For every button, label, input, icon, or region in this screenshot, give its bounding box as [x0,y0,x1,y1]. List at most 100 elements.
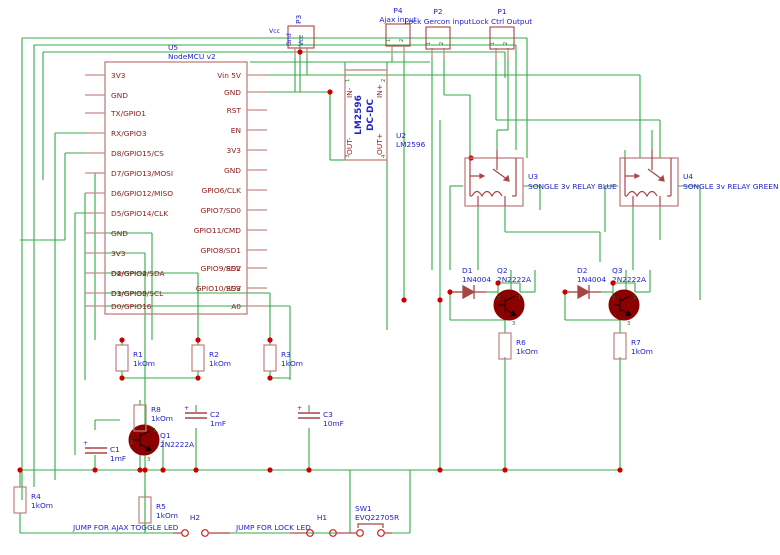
c3-polarity-plus: + [297,405,302,412]
r6-refdes: R6 [516,338,526,347]
r1-value: 1kOm [133,359,155,368]
resistor-r3[interactable]: R3 1kOm [263,344,303,372]
lm2596-body-label-2: DC-DC [366,99,376,131]
capacitor-c1[interactable]: + C1 1mF [83,440,126,463]
mcu-pin-left-3: RX/GPIO3 [111,129,147,138]
r7-value: 1kOm [631,347,653,356]
mcu-pin-left-2: TX/GPIO1 [110,109,146,118]
mcu-pin-right-0: Vin 5V [217,71,241,80]
h2-value: JUMP FOR AJAX TOGGLE LED [72,523,179,532]
p3-net-vcc: Vcc [269,28,281,35]
resistor-r6[interactable]: R6 1kOm [498,332,538,360]
lm2596-pin-in-neg: IN- [345,87,354,98]
p3-refdes: P3 [294,15,303,24]
component-diode-d1[interactable]: D1 1N4004 [452,266,491,300]
resistor-r2[interactable]: R2 1kOm [191,344,231,372]
r1-refdes: R1 [133,350,143,359]
q2-value: 2N2222A [497,275,531,284]
p4-pinnum-2: 2 [399,39,405,42]
h2-refdes: H2 [190,513,200,522]
switch-sw1[interactable]: SW1 EVQ22705R [350,504,399,537]
r4-refdes: R4 [31,492,41,501]
capacitor-c2[interactable]: + C2 1mF [184,405,226,428]
schematic-canvas: U5 NodeMCU v2 3V3 GND TX/GPIO1 RX/GPIO3 … [13,6,779,537]
q1-value: 2N2222A [160,440,194,449]
lm2596-body-label-1: LM2596 [354,95,364,135]
q1-pinnum-1: 1 [153,428,156,434]
r8-value: 1kOm [151,414,173,423]
d2-refdes: D2 [577,266,587,275]
u3-refdes: U3 [528,172,538,181]
connector-p4-ajax-input[interactable]: 1 2 P4 Ajax input [379,6,417,56]
h1-refdes: H1 [317,513,328,522]
c1-refdes: C1 [110,445,120,454]
mcu-pin-right-5: GND [224,166,241,175]
component-relay-u3[interactable]: U3 SONGLE 3v RELAY BLUE [464,150,617,207]
q1-pinnum-3: 3 [147,457,150,463]
q1-refdes: Q1 [160,431,171,440]
mcu-pin-left-14: D0/GPIO16 [111,302,152,311]
connector-p1-lock-ctrl-output[interactable]: 1 2 P1 Lock Ctrl Output [472,7,532,59]
p2-refdes: P2 [433,7,442,16]
mcu-pin-left-1: GND [111,91,128,100]
mcu-pin-right-9: GPIO8/SD1 [201,246,242,255]
d2-value: 1N4004 [577,275,606,284]
r3-refdes: R3 [281,350,291,359]
q2-pinnum-3: 3 [512,321,515,327]
mcu-pin-left-5: D7/GPIO13/MOSI [111,169,173,178]
u2-value: LM2596 [396,140,426,149]
c3-refdes: C3 [323,410,333,419]
r4-value: 1kOm [31,501,53,510]
mcu-pin-left-sda: D2/GPIO4/SDA [111,269,165,278]
mcu-pin-right-4: 3V3 [227,146,242,155]
mcu-pin-right-8: GPIO11/CMD [194,226,242,235]
resistor-r4[interactable]: R4 1kOm [13,486,53,514]
r3-value: 1kOm [281,359,303,368]
mcu-pin-left-4: D8/GPIO15/CS [111,149,164,158]
mcu-refdes: U5 [168,43,178,52]
mcu-pin-left-0: 3V3 [111,71,126,80]
p1-pinnum-2: 2 [503,42,509,45]
p3-pin-label-vcc: Vcc [298,34,305,46]
component-diode-d2[interactable]: D2 1N4004 [567,266,606,300]
mcu-pin-left-9: 3V3 [111,249,126,258]
r2-refdes: R2 [209,350,219,359]
q3-pinnum-3: 3 [627,321,630,327]
resistor-r7[interactable]: R7 1kOm [613,332,653,360]
p1-pinnum-1: 1 [490,42,496,45]
mcu-pin-right-1: GND [224,88,241,97]
lm2596-pin-out-pos: OUT+ [375,133,384,155]
p3-pin-label-gnd: Gnd [286,33,293,46]
capacitor-c3[interactable]: + C3 10mF [297,405,344,428]
p2-value: Lock Gercon input [405,17,472,26]
mcu-pin-left-scl: D1/GPIO5/SCL [111,289,164,298]
mcu-pin-left-6: D6/GPIO12/MISO [111,189,173,198]
c2-value: 1mF [210,419,226,428]
lm2596-pinnum-1: 1 [345,79,351,82]
q1-pinnum-2: 2 [130,440,133,446]
p1-value: Lock Ctrl Output [472,17,532,26]
mcu-pin-right-rsv2: RSV [226,284,241,293]
sw1-value: EVQ22705R [355,513,399,522]
component-transistor-q3[interactable]: 2 1 3 Q3 2N2222A [608,266,646,327]
lm2596-pin-out-neg: OUT- [345,137,354,155]
c1-value: 1mF [110,454,126,463]
r5-value: 1kOm [156,511,178,520]
r2-value: 1kOm [209,359,231,368]
q3-value: 2N2222A [612,275,646,284]
component-transistor-q2[interactable]: 2 1 3 Q2 2N2222A [493,266,531,327]
r7-refdes: R7 [631,338,641,347]
component-regulator-u2[interactable]: IN- IN+ OUT- OUT+ 1 2 3 4 LM2596 DC-DC U… [344,69,426,161]
h1-value: JUMP FOR LOCK LED [235,523,311,532]
u2-refdes: U2 [396,131,406,140]
u4-refdes: U4 [683,172,693,181]
r8-refdes: R8 [151,405,161,414]
r6-value: 1kOm [516,347,538,356]
mcu-name: NodeMCU v2 [168,52,216,61]
c2-refdes: C2 [210,410,220,419]
p2-pinnum-2: 2 [439,42,445,45]
component-relay-u4[interactable]: U4 SONGLE 3v RELAY GREEN [619,150,779,207]
lm2596-pinnum-3: 3 [345,155,351,158]
resistor-r1[interactable]: R1 1kOm [115,344,155,372]
mcu-pin-right-6: GPIO6/CLK [202,186,242,195]
